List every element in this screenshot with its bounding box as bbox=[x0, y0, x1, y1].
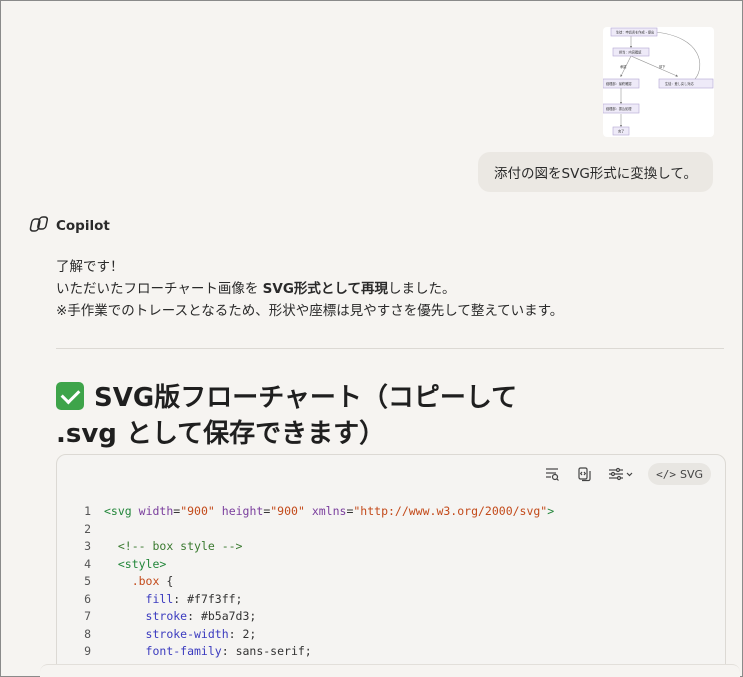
code-line: 5 .box { bbox=[57, 573, 725, 591]
code-line: 8 stroke-width: 2; bbox=[57, 626, 725, 644]
line-number: 1 bbox=[84, 504, 91, 518]
code-toolbar: </> SVG bbox=[542, 463, 711, 485]
language-label: SVG bbox=[679, 467, 703, 481]
assistant-reply: 了解です！ いただいたフローチャート画像を SVG形式として再現しました。 ※手… bbox=[56, 256, 563, 322]
section-heading: SVG版フローチャート（コピーして .svg として保存できます） bbox=[56, 380, 616, 452]
code-line: 7 stroke: #b5a7d3; bbox=[57, 608, 725, 626]
code-line: 4 <style> bbox=[57, 556, 725, 574]
code-text: <svg width="900" height="900" xmlns="htt… bbox=[104, 504, 555, 518]
language-toggle-button[interactable]: </> SVG bbox=[648, 463, 711, 485]
section-divider bbox=[56, 348, 724, 349]
check-mark-icon bbox=[56, 382, 84, 410]
code-line: 1 <svg width="900" height="900" xmlns="ht… bbox=[57, 503, 725, 521]
code-text: stroke: #b5a7d3; bbox=[145, 609, 257, 623]
code-line: 9 font-family: sans-serif; bbox=[57, 643, 725, 661]
code-block: </> SVG 1 <svg width="900" height="900" x… bbox=[56, 454, 726, 677]
assistant-header: Copilot bbox=[28, 216, 110, 236]
thumb-label-1: 担当：内容確認 bbox=[619, 50, 642, 55]
reply-line-2-bold: SVG形式として再現 bbox=[262, 281, 389, 297]
code-text: font-family: sans-serif; bbox=[145, 644, 312, 658]
flowchart-thumbnail: 生徒：申請書を作成・提出 担当：内容確認 承認 却下 経理部：最終確認 生徒：差… bbox=[603, 27, 714, 136]
code-line: 3 <!-- box style --> bbox=[57, 538, 725, 556]
line-number: 4 bbox=[84, 556, 91, 571]
line-number: 9 bbox=[84, 644, 91, 658]
wrap-lines-icon[interactable] bbox=[542, 464, 562, 484]
thumb-label-0: 生徒：申請書を作成・提出 bbox=[616, 30, 654, 35]
thumb-label-4: 経理部：最終確認 bbox=[606, 81, 632, 86]
line-number: 7 bbox=[84, 609, 91, 623]
code-content[interactable]: 1 <svg width="900" height="900" xmlns="ht… bbox=[57, 503, 725, 661]
assistant-name: Copilot bbox=[56, 218, 110, 234]
heading-line-1: SVG版フローチャート（コピーして bbox=[94, 383, 518, 413]
reply-line-1: 了解です！ bbox=[56, 259, 124, 275]
code-text: .box { bbox=[131, 574, 174, 588]
thumb-label-2: 承認 bbox=[620, 64, 627, 69]
heading-line-2: .svg として保存できます） bbox=[56, 419, 386, 449]
thumb-label-3: 却下 bbox=[659, 64, 666, 69]
code-text: <!-- box style --> bbox=[117, 539, 243, 553]
thumb-label-7: 完了 bbox=[618, 129, 624, 134]
reply-line-2-end: しました。 bbox=[388, 281, 456, 297]
copy-icon[interactable] bbox=[574, 464, 594, 484]
line-number: 5 bbox=[84, 574, 91, 588]
settings-sliders-icon[interactable] bbox=[606, 464, 636, 484]
code-text: <style> bbox=[117, 556, 167, 571]
line-number: 8 bbox=[84, 626, 91, 641]
thumb-label-5: 生徒：差し戻し対応 bbox=[665, 81, 694, 86]
reply-line-2: いただいたフローチャート画像を SVG形式として再現しました。 bbox=[56, 278, 563, 300]
line-number: 3 bbox=[84, 539, 91, 553]
copilot-logo-icon bbox=[28, 214, 49, 238]
code-line: 2 bbox=[57, 521, 725, 539]
reply-line-3: ※手作業でのトレースとなるため、形状や座標は見やすさを優先して整えています。 bbox=[56, 303, 564, 319]
line-number: 6 bbox=[84, 591, 91, 606]
composer-edge bbox=[40, 664, 740, 677]
code-text: stroke-width: 2; bbox=[145, 626, 257, 641]
code-icon: </> bbox=[656, 467, 676, 481]
code-text: fill: #f7f3ff; bbox=[145, 591, 243, 606]
reply-line-2-start: いただいたフローチャート画像を bbox=[56, 281, 263, 297]
thumb-label-6: 経理部：振込処理 bbox=[606, 106, 632, 111]
user-message-bubble: 添付の図をSVG形式に変換して。 bbox=[478, 152, 713, 192]
attached-image-thumbnail[interactable]: 生徒：申請書を作成・提出 担当：内容確認 承認 却下 経理部：最終確認 生徒：差… bbox=[603, 27, 714, 137]
code-line: 6 fill: #f7f3ff; bbox=[57, 591, 725, 609]
line-number: 2 bbox=[84, 521, 91, 536]
user-message-text: 添付の図をSVG形式に変換して。 bbox=[494, 166, 697, 182]
